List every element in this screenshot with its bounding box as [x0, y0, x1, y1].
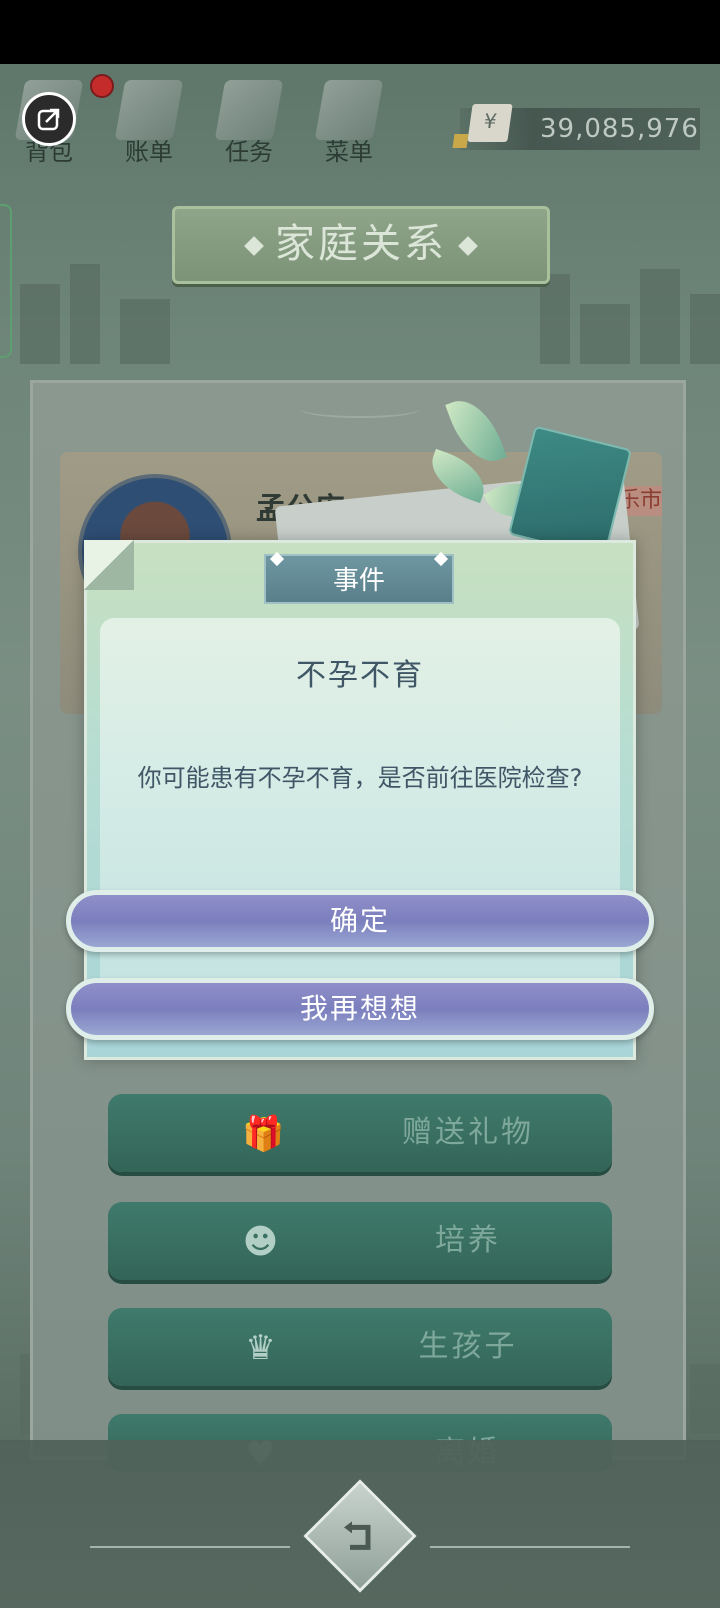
have-child-button[interactable]: ♛ 生孩子	[108, 1308, 612, 1386]
money-amount: 39,085,976	[540, 114, 699, 144]
nav-task[interactable]: 任务	[214, 80, 284, 167]
event-header: 事件	[264, 551, 454, 604]
gift-button-label: 赠送礼物	[402, 1115, 534, 1150]
reconsider-button[interactable]: 我再想想	[66, 978, 654, 1040]
bill-icon	[114, 80, 184, 140]
gift-button[interactable]: 🎁 赠送礼物	[108, 1094, 612, 1172]
nav-bill[interactable]: 账单	[114, 80, 184, 167]
decorative-line	[90, 1546, 290, 1548]
reading-person-icon: ☻	[242, 1222, 282, 1262]
side-drawer-handle[interactable]	[0, 204, 12, 358]
diamond-icon	[244, 236, 264, 256]
menu-icon	[314, 80, 384, 140]
nav-menu[interactable]: 菜单	[314, 80, 384, 167]
event-title: 不孕不育	[296, 658, 424, 693]
have-child-button-label: 生孩子	[418, 1329, 518, 1364]
diamond-icon	[269, 551, 285, 567]
angel-icon: ♛	[245, 1328, 279, 1368]
yen-icon: ¥	[467, 104, 513, 142]
event-header-label: 事件	[332, 566, 385, 596]
notification-dot	[90, 74, 114, 98]
status-bar	[0, 0, 720, 64]
back-arrow-icon	[344, 1521, 371, 1550]
share-button[interactable]	[22, 92, 76, 146]
decorative-line	[430, 1546, 630, 1548]
diamond-icon	[458, 236, 478, 256]
raise-button-label: 培养	[435, 1223, 501, 1258]
dialog-corner-fold	[84, 540, 134, 590]
event-message: 你可能患有不孕不育，是否前往医院检查?	[137, 764, 583, 792]
diamond-icon	[433, 551, 449, 567]
confirm-button[interactable]: 确定	[66, 890, 654, 952]
task-icon	[214, 80, 284, 140]
gift-icon: 🎁	[242, 1114, 288, 1154]
share-icon	[37, 108, 60, 131]
page-title: 家庭关系	[275, 221, 447, 267]
raise-button[interactable]: ☻ 培养	[108, 1202, 612, 1280]
ornament-divider	[300, 400, 420, 418]
page-title-banner: 家庭关系	[172, 206, 550, 284]
